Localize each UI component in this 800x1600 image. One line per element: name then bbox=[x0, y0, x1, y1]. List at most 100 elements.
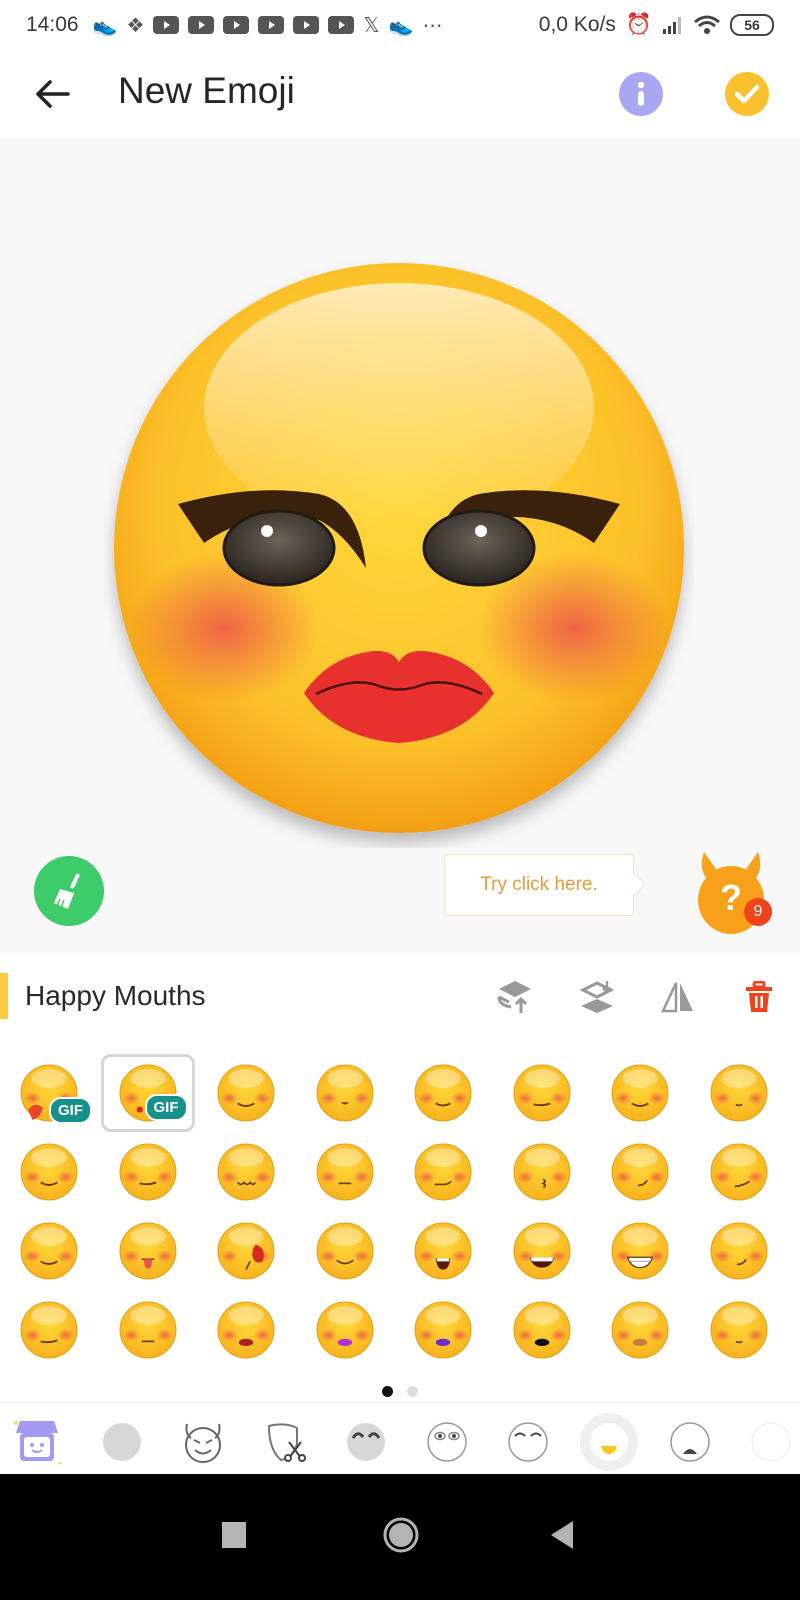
arrow-left-icon bbox=[36, 80, 70, 108]
layer-up-icon bbox=[497, 981, 531, 1013]
mouth-option-small-smile[interactable] bbox=[692, 1291, 786, 1369]
mouth-option-fire[interactable]: GIF bbox=[2, 1054, 96, 1132]
mouth-preview-icon bbox=[119, 1222, 176, 1280]
mouth-grid: GIF GIF bbox=[0, 1050, 800, 1380]
tab-more[interactable] bbox=[742, 1413, 800, 1471]
delete-button[interactable] bbox=[737, 975, 781, 1019]
signal-icon bbox=[663, 17, 681, 34]
page-dot-2[interactable] bbox=[407, 1385, 418, 1397]
wifi-icon bbox=[694, 15, 720, 34]
mouth-preview-icon bbox=[414, 1064, 472, 1122]
mouth-option-wavy[interactable] bbox=[199, 1133, 293, 1211]
layer-up-button[interactable] bbox=[493, 975, 537, 1019]
tab-eyebrows[interactable] bbox=[499, 1413, 557, 1471]
mouth-preview-icon bbox=[316, 1301, 373, 1359]
eyebrows-icon bbox=[508, 1422, 548, 1462]
mouth-option-red-lips[interactable] bbox=[199, 1291, 293, 1369]
mouth-option-small-smile[interactable] bbox=[692, 1054, 786, 1132]
confirm-button[interactable] bbox=[725, 72, 769, 116]
back-nav-button[interactable] bbox=[538, 1510, 588, 1560]
mouth-option-black-lips[interactable] bbox=[495, 1291, 589, 1369]
mouth-preview-icon bbox=[611, 1143, 669, 1201]
section-header: Happy Mouths bbox=[0, 953, 800, 1033]
mouth-preview-icon bbox=[710, 1064, 767, 1122]
tab-mouth-alt[interactable] bbox=[661, 1413, 719, 1471]
mouth-preview-icon bbox=[414, 1143, 472, 1201]
mouth-option-side-smile[interactable] bbox=[593, 1133, 687, 1211]
mouth-preview-icon bbox=[217, 1064, 275, 1122]
hair-icon bbox=[347, 1423, 385, 1461]
mouth-preview-icon bbox=[119, 1301, 176, 1359]
status-time: 14:06 bbox=[26, 13, 79, 36]
eye-highlight-left bbox=[261, 525, 273, 537]
page-indicator bbox=[0, 1380, 800, 1402]
tab-hair[interactable] bbox=[337, 1413, 395, 1471]
mouth-option-flat-smile[interactable] bbox=[101, 1133, 195, 1211]
page-title: New Emoji bbox=[118, 70, 295, 111]
clear-button[interactable] bbox=[34, 856, 104, 926]
hint-tooltip[interactable]: Try click here. bbox=[444, 854, 634, 916]
mouth-option-purple-lips[interactable] bbox=[298, 1291, 392, 1369]
mouth-option-flat[interactable] bbox=[101, 1291, 195, 1369]
back-triangle-icon bbox=[551, 1521, 573, 1549]
mouth-option-small-open[interactable] bbox=[298, 1054, 392, 1132]
recents-button[interactable] bbox=[209, 1510, 259, 1560]
mouth-option-content[interactable] bbox=[298, 1212, 392, 1290]
mouth-option-teeth-grin[interactable] bbox=[593, 1212, 687, 1290]
mouth-option-smile[interactable] bbox=[593, 1054, 687, 1132]
youtube-icon bbox=[328, 16, 355, 34]
mouth-option-flat[interactable] bbox=[298, 1133, 392, 1211]
mouth-option-open-laugh[interactable] bbox=[396, 1212, 490, 1290]
mouth-option-violet-lips[interactable] bbox=[396, 1291, 490, 1369]
app-bar: New Emoji bbox=[0, 50, 800, 138]
mouth-option-tongue[interactable] bbox=[101, 1212, 195, 1290]
mouth-option-flat-smile[interactable] bbox=[2, 1291, 96, 1369]
mouth-preview-icon bbox=[20, 1143, 78, 1201]
cut-shape-icon bbox=[267, 1423, 306, 1462]
mouth-preview-icon bbox=[710, 1143, 767, 1201]
tab-face-base[interactable] bbox=[93, 1413, 151, 1471]
status-bar: 14:06 👟 ❖ 𝕏 👟 ⋯ 0,0 Ko/s ⏰ 56 bbox=[0, 0, 800, 50]
face-base-icon bbox=[103, 1423, 141, 1461]
info-button[interactable] bbox=[619, 72, 663, 116]
page-dot-1[interactable] bbox=[382, 1385, 393, 1397]
mouth-preview-icon bbox=[217, 1222, 275, 1280]
flip-button[interactable] bbox=[656, 975, 700, 1019]
tab-devil[interactable] bbox=[174, 1413, 232, 1471]
mouth-option-smirk[interactable] bbox=[396, 1133, 490, 1211]
tab-mouth[interactable] bbox=[580, 1413, 638, 1471]
mouth-option-smile[interactable] bbox=[2, 1212, 96, 1290]
mouth-preview-icon bbox=[217, 1143, 275, 1201]
emoji-canvas[interactable]: Try click here. ? 9 bbox=[0, 138, 800, 953]
eye-highlight-right bbox=[475, 525, 487, 537]
mouth-option-smile[interactable] bbox=[199, 1054, 293, 1132]
mouth-option-nude-lips[interactable] bbox=[593, 1291, 687, 1369]
mouth-option-closed-smile[interactable] bbox=[396, 1054, 490, 1132]
gif-badge: GIF bbox=[49, 1097, 92, 1124]
mouth-preview-icon bbox=[316, 1222, 373, 1280]
mouth-option-grin[interactable] bbox=[495, 1212, 589, 1290]
mouth-preview-icon bbox=[611, 1064, 669, 1122]
layer-down-button[interactable] bbox=[575, 975, 619, 1019]
mouth-preview-icon bbox=[513, 1222, 570, 1280]
tab-eyes[interactable] bbox=[418, 1413, 476, 1471]
mouth-option-side-smile[interactable] bbox=[692, 1212, 786, 1290]
mouth-option-side-smirk[interactable] bbox=[692, 1133, 786, 1211]
svg-text:?: ? bbox=[720, 877, 742, 918]
info-icon bbox=[637, 81, 645, 106]
mouth-preview-icon bbox=[316, 1064, 373, 1122]
mouth-option-flat-smile[interactable] bbox=[495, 1054, 589, 1132]
home-icon bbox=[383, 1517, 419, 1553]
mouth-option-rose[interactable] bbox=[199, 1212, 293, 1290]
tab-shop[interactable] bbox=[8, 1413, 66, 1471]
mouth-option-kiss-gif[interactable]: GIF bbox=[100, 1054, 195, 1132]
layer-down-icon bbox=[579, 981, 615, 1013]
back-button[interactable] bbox=[30, 74, 74, 114]
mouth-option-smile[interactable] bbox=[2, 1133, 96, 1211]
tab-cut-shape[interactable] bbox=[256, 1413, 314, 1471]
home-button[interactable] bbox=[376, 1510, 426, 1560]
mouth-option-kiss[interactable] bbox=[495, 1133, 589, 1211]
check-icon bbox=[734, 84, 760, 104]
mouth-preview-icon bbox=[316, 1143, 373, 1201]
emoji-preview[interactable] bbox=[104, 258, 694, 848]
